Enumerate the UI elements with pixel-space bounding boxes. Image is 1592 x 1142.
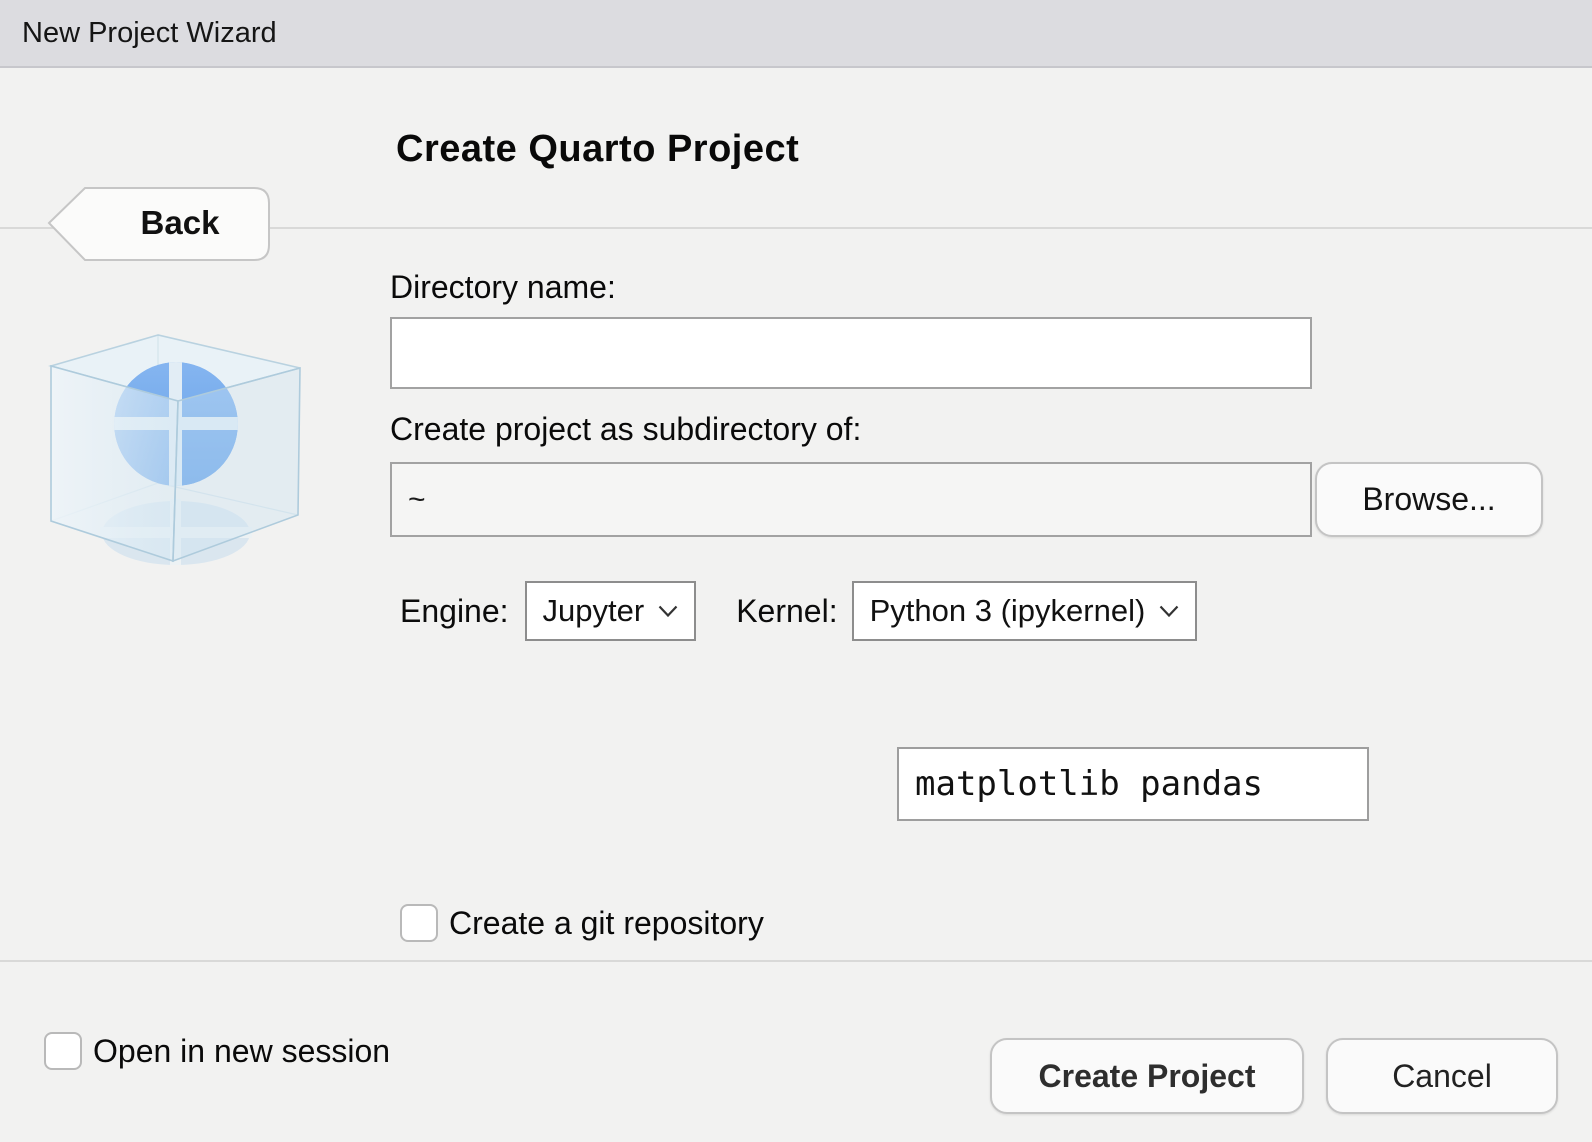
page-title: Create Quarto Project — [396, 70, 799, 229]
window-titlebar: New Project Wizard — [0, 0, 1592, 68]
kernel-label: Kernel: — [736, 593, 837, 630]
git-repository-label: Create a git repository — [449, 905, 764, 942]
open-new-session-checkbox[interactable]: ✓ — [44, 1032, 82, 1070]
quarto-project-icon — [42, 303, 310, 583]
subdirectory-label: Create project as subdirectory of: — [390, 411, 861, 448]
new-project-wizard-dialog: New Project Wizard Back Create Quarto Pr… — [0, 0, 1592, 1142]
venv-packages-input[interactable] — [897, 747, 1369, 821]
git-repository-row: ✓ Create a git repository — [400, 904, 764, 942]
cancel-button[interactable]: Cancel — [1326, 1038, 1558, 1114]
engine-selected-value: Jupyter — [543, 593, 645, 629]
wizard-header: Back Create Quarto Project — [0, 70, 1592, 229]
open-new-session-row: ✓ Open in new session — [44, 1032, 390, 1070]
create-project-button[interactable]: Create Project — [990, 1038, 1304, 1114]
chevron-down-icon — [1159, 605, 1179, 617]
open-new-session-label: Open in new session — [93, 1033, 390, 1070]
engine-select[interactable]: Jupyter — [525, 581, 697, 641]
directory-name-label: Directory name: — [390, 269, 616, 306]
wizard-footer: ✓ Open in new session Create Project Can… — [0, 960, 1592, 1142]
subdirectory-path-input[interactable] — [390, 462, 1312, 537]
directory-name-input[interactable] — [390, 317, 1312, 389]
engine-label: Engine: — [400, 593, 509, 630]
wizard-body: Directory name: Create project as subdir… — [0, 231, 1592, 960]
chevron-down-icon — [658, 605, 678, 617]
engine-kernel-row: Engine: Jupyter Kernel: Python 3 (ipyker… — [400, 580, 1197, 642]
browse-button[interactable]: Browse... — [1315, 462, 1543, 537]
window-title: New Project Wizard — [22, 17, 277, 50]
git-repository-checkbox[interactable]: ✓ — [400, 904, 438, 942]
kernel-select[interactable]: Python 3 (ipykernel) — [852, 581, 1198, 641]
kernel-selected-value: Python 3 (ipykernel) — [870, 593, 1146, 629]
